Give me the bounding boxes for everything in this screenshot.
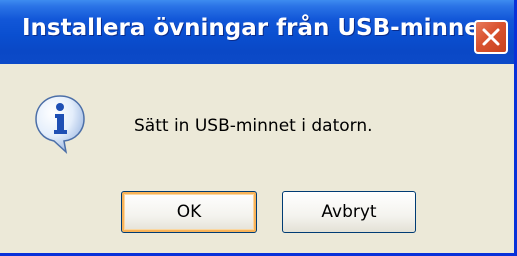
cancel-button[interactable]: Avbryt — [282, 191, 416, 233]
close-icon — [482, 28, 500, 46]
dialog-message: Sätt in USB-minnet i datorn. — [134, 116, 373, 136]
ok-button[interactable]: OK — [121, 191, 257, 233]
title-bar[interactable]: Installera övningar från USB-minne — [0, 0, 514, 64]
dialog-title: Installera övningar från USB-minne — [22, 15, 480, 41]
message-dialog: Installera övningar från USB-minne Sätt … — [0, 0, 517, 256]
close-button[interactable] — [474, 20, 508, 54]
info-icon — [34, 94, 86, 156]
